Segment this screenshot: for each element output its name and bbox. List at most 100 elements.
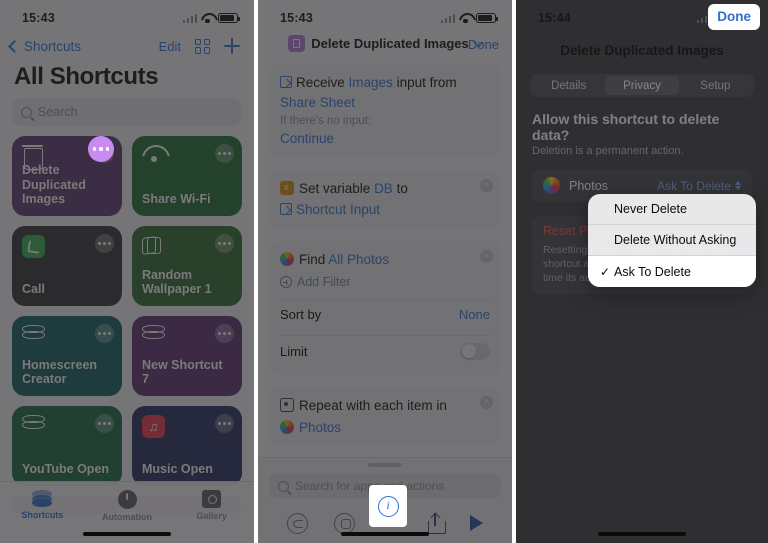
to-word: to: [396, 180, 408, 196]
find-line: Find All Photos: [280, 250, 490, 270]
token-all-photos[interactable]: All Photos: [328, 252, 389, 267]
shortcut-tile-homescreen-creator[interactable]: Homescreen Creator: [12, 316, 122, 396]
action-card-set-variable[interactable]: Set variable DB to Shortcut Input: [269, 169, 501, 229]
done-button[interactable]: Done: [468, 37, 499, 52]
photos-icon: [280, 251, 294, 266]
menu-item-never-delete[interactable]: ✓ Never Delete: [588, 194, 756, 225]
sort-by-value: None: [458, 306, 490, 322]
repeat-line: Repeat with each item in: [280, 396, 490, 416]
tile-more-button[interactable]: [215, 414, 234, 433]
token-db[interactable]: DB: [374, 181, 393, 196]
repeat-label: Repeat with each item in: [299, 397, 447, 413]
grid-view-icon[interactable]: [195, 38, 210, 54]
tab-shortcuts[interactable]: Shortcuts: [0, 490, 85, 520]
settings-header: Delete Duplicated Images: [516, 30, 768, 64]
editor-header: Delete Duplicated Images Done: [258, 30, 512, 60]
tile-more-button[interactable]: [215, 234, 234, 253]
back-button[interactable]: Shortcuts: [8, 39, 81, 54]
limit-toggle[interactable]: [460, 342, 490, 360]
find-label: Find: [299, 251, 326, 267]
set-variable-line: Set variable DB to: [280, 179, 490, 199]
settings-title: Delete Duplicated Images: [560, 42, 724, 58]
shortcut-title: Delete Duplicated Images: [311, 36, 469, 51]
page-title: All Shortcuts: [14, 63, 159, 90]
shortcut-tile-random-wallpaper[interactable]: Random Wallpaper 1: [132, 226, 242, 306]
permission-dropdown-menu: ✓ Never Delete ✓ Delete Without Asking ✓…: [588, 194, 756, 287]
variable-icon: [280, 180, 294, 195]
shortcut-tile-youtube-open[interactable]: YouTube Open: [12, 406, 122, 486]
segmented-control: Details Privacy Setup: [530, 74, 754, 97]
token-share-sheet[interactable]: Share Sheet: [280, 95, 355, 110]
photos-icon: [280, 419, 294, 434]
info-icon[interactable]: [377, 495, 399, 517]
remove-action-button[interactable]: [480, 395, 493, 409]
target-icon[interactable]: [334, 512, 355, 534]
play-icon[interactable]: [470, 515, 483, 531]
shortcut-tile-new-shortcut-7[interactable]: New Shortcut 7: [132, 316, 242, 396]
menu-item-label: Delete Without Asking: [614, 233, 737, 247]
gallery-icon: [202, 490, 222, 508]
tab-gallery[interactable]: Gallery: [169, 490, 254, 521]
undo-icon[interactable]: [287, 512, 308, 534]
tab-privacy[interactable]: Privacy: [605, 76, 679, 95]
token-images[interactable]: Images: [349, 75, 393, 90]
search-placeholder: Search: [38, 105, 78, 119]
privacy-subheading: Deletion is a permanent action.: [532, 145, 684, 157]
panel-privacy-settings: 15:44 Delete Duplicated Images Details P…: [516, 0, 768, 543]
input-icon: [280, 76, 292, 88]
highlight-info-button[interactable]: [369, 485, 407, 527]
shortcut-tile-call[interactable]: Call: [12, 226, 122, 306]
highlight-done-button[interactable]: Done: [708, 4, 760, 30]
tile-more-button[interactable]: [95, 234, 114, 253]
menu-item-ask-to-delete[interactable]: ✓ Ask To Delete: [588, 256, 756, 287]
remove-action-button[interactable]: [480, 249, 493, 263]
permission-value[interactable]: Ask To Delete: [657, 179, 741, 193]
tile-more-button[interactable]: [95, 324, 114, 343]
chevron-updown-icon: [735, 181, 741, 190]
no-input-value[interactable]: Continue: [280, 129, 490, 149]
tab-label: Gallery: [196, 511, 227, 521]
add-shortcut-icon[interactable]: [224, 38, 240, 54]
privacy-heading: Allow this shortcut to delete data?: [532, 111, 720, 143]
action-card-receive-input[interactable]: Receive Images input from Share Sheet If…: [269, 64, 501, 158]
add-filter-label: Add Filter: [297, 275, 351, 290]
shortcut-tile-share-wifi[interactable]: Share Wi-Fi: [132, 136, 242, 216]
wifi-icon: [459, 13, 472, 24]
stack-icon: [32, 490, 53, 507]
action-card-repeat[interactable]: Repeat with each item in Photos: [269, 386, 501, 447]
highlight-tile-more-button[interactable]: [88, 136, 114, 162]
cellular-signal-icon: [440, 13, 455, 23]
edit-button[interactable]: Edit: [159, 39, 181, 54]
home-indicator: [83, 532, 171, 536]
receive-line: Receive Images input from Share Sheet: [280, 73, 490, 112]
layers-icon: [22, 415, 46, 439]
search-icon: [278, 480, 289, 492]
tile-more-button[interactable]: [215, 324, 234, 343]
search-input[interactable]: Search: [12, 98, 242, 126]
tile-more-button[interactable]: [215, 144, 234, 163]
sheet-grabber[interactable]: [368, 463, 402, 467]
add-filter-row[interactable]: Add Filter: [280, 272, 490, 292]
three-panel-screenshot: 15:43 Shortcuts Edit All Shortcuts Searc…: [0, 0, 768, 543]
status-bar: 15:43: [258, 0, 512, 30]
tile-more-button[interactable]: [95, 414, 114, 433]
tab-setup[interactable]: Setup: [679, 76, 752, 95]
action-card-find-photos[interactable]: Find All Photos Add Filter Sort by None …: [269, 240, 501, 375]
limit-row[interactable]: Limit: [280, 334, 490, 366]
menu-item-label: Ask To Delete: [614, 264, 691, 279]
repeat-icon: [280, 397, 294, 412]
tab-details[interactable]: Details: [532, 76, 605, 95]
trash-icon: [22, 145, 46, 163]
tab-automation[interactable]: Automation: [85, 490, 170, 522]
shortcut-trash-icon: [288, 35, 306, 52]
sort-by-row[interactable]: Sort by None: [280, 298, 490, 328]
token-shortcut-input[interactable]: Shortcut Input: [296, 202, 380, 217]
shortcut-tile-music-open[interactable]: ♫ Music Open: [132, 406, 242, 486]
menu-item-delete-without-asking[interactable]: ✓ Delete Without Asking: [588, 225, 756, 256]
panel-all-shortcuts: 15:43 Shortcuts Edit All Shortcuts Searc…: [0, 0, 254, 543]
share-icon[interactable]: [428, 512, 446, 534]
remove-action-button[interactable]: [480, 178, 493, 192]
repeat-token-line: Photos: [280, 418, 490, 438]
search-icon: [21, 106, 32, 118]
token-photos[interactable]: Photos: [299, 420, 341, 435]
